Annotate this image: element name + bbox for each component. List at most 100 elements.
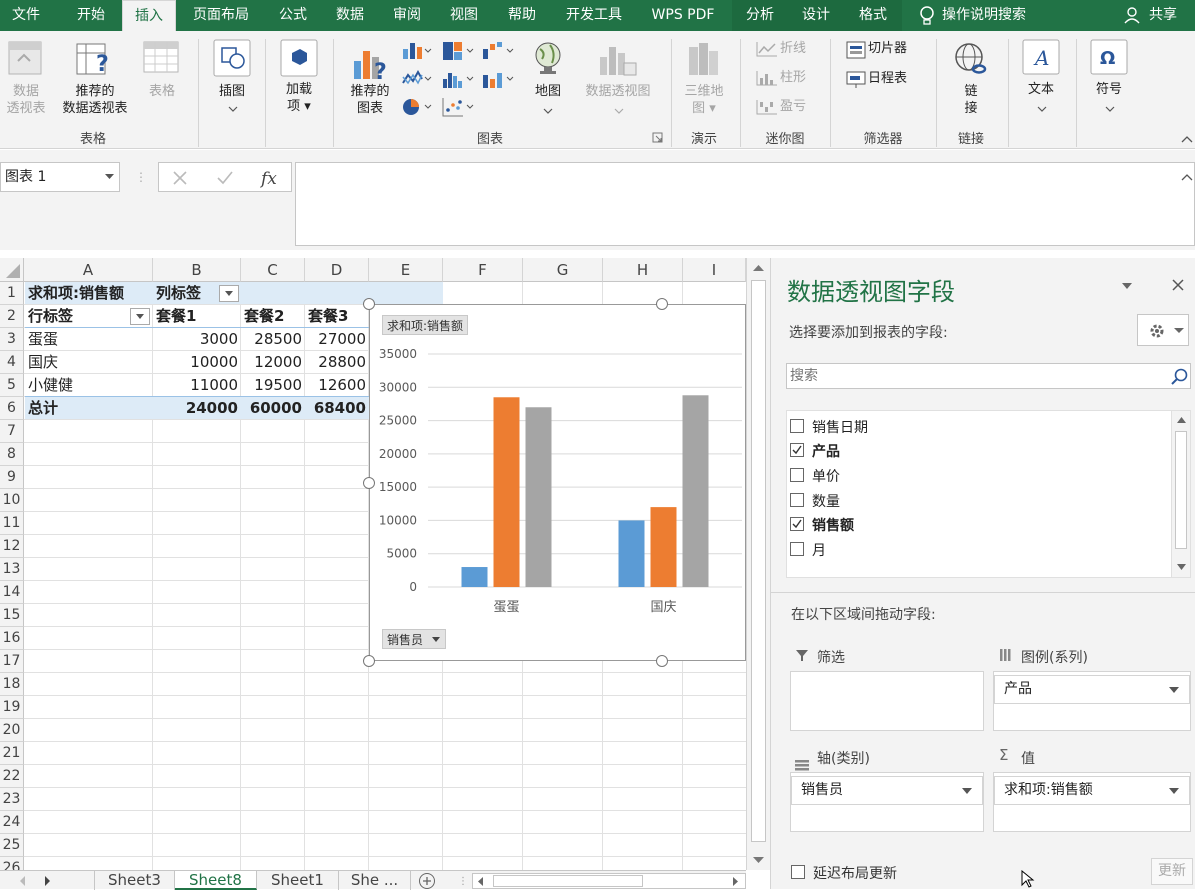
scroll-down-icon[interactable] [753,856,764,864]
horizontal-scroll-thumb[interactable] [493,875,643,887]
field-checkbox[interactable] [790,468,804,482]
column-header[interactable]: H [603,258,683,282]
tab-wps-pdf[interactable]: WPS PDF [640,0,726,31]
column-header[interactable]: C [241,258,305,282]
tell-me-search[interactable]: 操作说明搜索 [942,0,1052,31]
text-button[interactable]: 文本 [1018,81,1064,98]
scroll-up-icon[interactable] [753,264,764,272]
row-header[interactable]: 4 [0,351,24,374]
sheet-tab[interactable]: Sheet1 [257,871,339,890]
row-header[interactable]: 6 [0,397,24,420]
pie-chart-icon[interactable] [402,97,432,117]
row-header[interactable]: 12 [0,535,24,558]
panel-settings-button[interactable] [1137,314,1189,346]
tab-page-layout[interactable]: 页面布局 [182,0,260,31]
column-header[interactable]: G [523,258,603,282]
scroll-tabs-left-icon[interactable] [18,875,26,887]
field-search-input[interactable] [787,364,1167,388]
row-header[interactable]: 19 [0,696,24,719]
column-header[interactable]: D [305,258,369,282]
collapse-ribbon-icon[interactable] [1181,134,1193,144]
pivot-chart-button[interactable]: 数据透视图 [576,83,660,100]
vertical-scrollbar[interactable] [746,258,770,870]
cell-c2[interactable]: 套餐2 [241,305,305,328]
cell-a5[interactable]: 小健健 [25,374,153,397]
dialog-launcher-icon[interactable] [652,132,663,143]
hierarchy-chart-icon[interactable] [442,41,476,61]
recommended-charts-button[interactable]: 推荐的 图表 [342,83,398,117]
tab-formulas[interactable]: 公式 [268,0,318,31]
illustrations-button[interactable]: 插图 [208,83,256,100]
horizontal-scrollbar[interactable] [472,873,746,889]
cell-a6[interactable]: 总计 [25,397,153,420]
tab-format[interactable]: 格式 [844,0,902,31]
filter-drop-area[interactable] [790,671,984,731]
column-chart-icon[interactable] [402,41,432,61]
addins-button[interactable]: 加载项 ▾ [272,81,326,115]
resize-handle[interactable] [363,477,375,489]
tab-data[interactable]: 数据 [324,0,376,31]
sheet-tab[interactable]: Sheet3 [95,871,175,890]
row-header[interactable]: 3 [0,328,24,351]
cell-d6[interactable]: 68400 [305,397,369,420]
scroll-left-icon[interactable] [478,877,484,886]
row-header[interactable]: 26 [0,857,24,870]
field-list-scroll-thumb[interactable] [1175,431,1187,549]
cell-c6[interactable]: 60000 [241,397,305,420]
column-header[interactable]: A [24,258,153,282]
line-chart-icon[interactable] [402,69,432,89]
field-checkbox[interactable] [790,493,804,507]
row-header[interactable]: 11 [0,512,24,535]
cell-b5[interactable]: 11000 [153,374,241,397]
cell-a3[interactable]: 蛋蛋 [25,328,153,351]
row-header[interactable]: 8 [0,443,24,466]
tab-view[interactable]: 视图 [438,0,490,31]
insert-function-icon[interactable]: fx [259,167,281,189]
row-header[interactable]: 22 [0,765,24,788]
tab-design[interactable]: 设计 [788,0,844,31]
tab-developer[interactable]: 开发工具 [554,0,634,31]
close-icon[interactable] [1171,278,1185,292]
row-header[interactable]: 7 [0,420,24,443]
row-header[interactable]: 9 [0,466,24,489]
cell-b2[interactable]: 套餐1 [153,305,241,328]
recommended-pivot-button[interactable]: 推荐的 数据透视表 [55,83,135,117]
column-header[interactable]: B [153,258,241,282]
tab-splitter[interactable]: ⋮ [458,876,468,887]
cell-b6[interactable]: 24000 [153,397,241,420]
row-filter-button[interactable] [130,308,150,325]
row-header[interactable]: 23 [0,788,24,811]
formula-input[interactable] [295,162,1195,246]
field-list-scrollbar[interactable] [1171,411,1190,577]
row-header[interactable]: 1 [0,282,24,305]
confirm-check-icon[interactable] [216,170,234,186]
column-header[interactable]: E [369,258,443,282]
update-button[interactable]: 更新 [1151,858,1193,885]
tab-review[interactable]: 审阅 [382,0,432,31]
row-header[interactable]: 10 [0,489,24,512]
legend-field-dropdown[interactable]: 产品 [994,675,1190,704]
timeline-button[interactable]: 日程表 [868,70,918,87]
waterfall-chart-icon[interactable] [482,41,516,61]
table-button[interactable]: 表格 [140,83,184,100]
scroll-tabs-right-icon[interactable] [44,875,52,887]
combo-chart-icon[interactable] [482,69,516,89]
row-header[interactable]: 18 [0,673,24,696]
sparkline-line-button[interactable]: 折线 [780,40,812,57]
resize-handle[interactable] [656,298,668,310]
cell-a4[interactable]: 国庆 [25,351,153,374]
row-header[interactable]: 13 [0,558,24,581]
tab-insert[interactable]: 插入 [122,0,176,31]
pivot-table-button[interactable]: 数据 透视表 [2,83,50,117]
tab-home[interactable]: 开始 [62,0,120,31]
cell-c3[interactable]: 28500 [241,328,305,351]
sheet-tab-active[interactable]: Sheet8 [175,871,257,890]
row-header[interactable]: 17 [0,650,24,673]
3d-map-button[interactable]: 三维地图 ▾ [678,83,730,117]
column-header[interactable]: I [683,258,746,282]
cell-b3[interactable]: 3000 [153,328,241,351]
cell-d2[interactable]: 套餐3 [305,305,369,328]
row-header[interactable]: 14 [0,581,24,604]
resize-handle[interactable] [656,655,668,667]
cell-d3[interactable]: 27000 [305,328,369,351]
